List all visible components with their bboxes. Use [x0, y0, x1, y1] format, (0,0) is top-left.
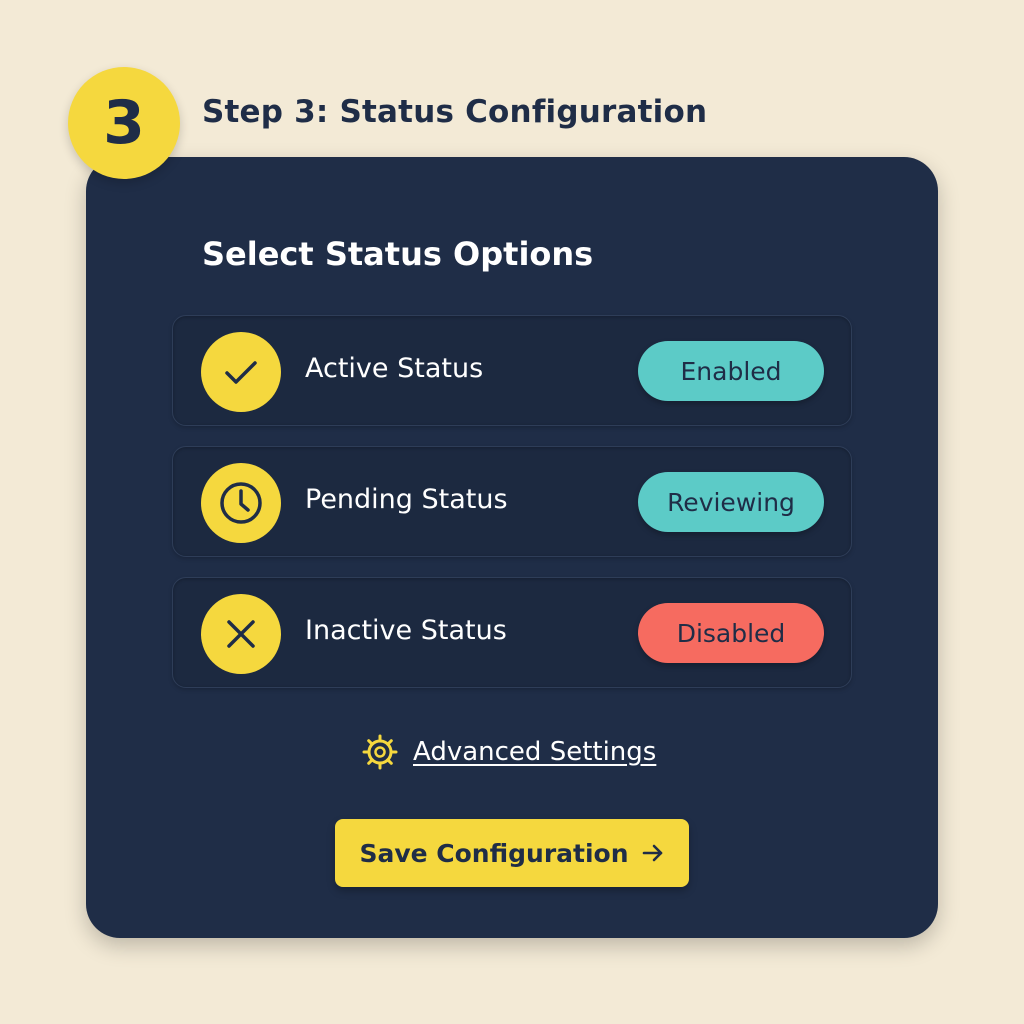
status-pill-reviewing[interactable]: Reviewing	[638, 472, 824, 532]
save-configuration-button[interactable]: Save Configuration	[335, 819, 689, 887]
x-icon	[201, 594, 281, 674]
status-pill-enabled[interactable]: Enabled	[638, 341, 824, 401]
option-label-inactive: Inactive Status	[305, 615, 507, 646]
save-configuration-label: Save Configuration	[359, 838, 629, 868]
advanced-settings-label[interactable]: Advanced Settings	[413, 737, 656, 767]
step-number: 3	[103, 88, 145, 158]
option-label-active: Active Status	[305, 353, 484, 384]
option-row-inactive[interactable]: Inactive Status Disabled	[172, 577, 852, 688]
advanced-settings-link[interactable]: Advanced Settings	[360, 732, 656, 772]
option-label-pending: Pending Status	[305, 484, 508, 515]
step-title: Step 3: Status Configuration	[202, 94, 708, 130]
page: 3 Step 3: Status Configuration Select St…	[0, 0, 1024, 1024]
arrow-right-icon	[641, 841, 665, 865]
option-row-pending[interactable]: Pending Status Reviewing	[172, 446, 852, 557]
status-pill-disabled[interactable]: Disabled	[638, 603, 824, 663]
card-title: Select Status Options	[202, 235, 594, 273]
gear-icon	[360, 732, 400, 772]
check-icon	[201, 332, 281, 412]
step-badge: 3	[68, 67, 180, 179]
status-options-card: Select Status Options Active Status Enab…	[86, 157, 938, 938]
clock-icon	[201, 463, 281, 543]
option-row-active[interactable]: Active Status Enabled	[172, 315, 852, 426]
